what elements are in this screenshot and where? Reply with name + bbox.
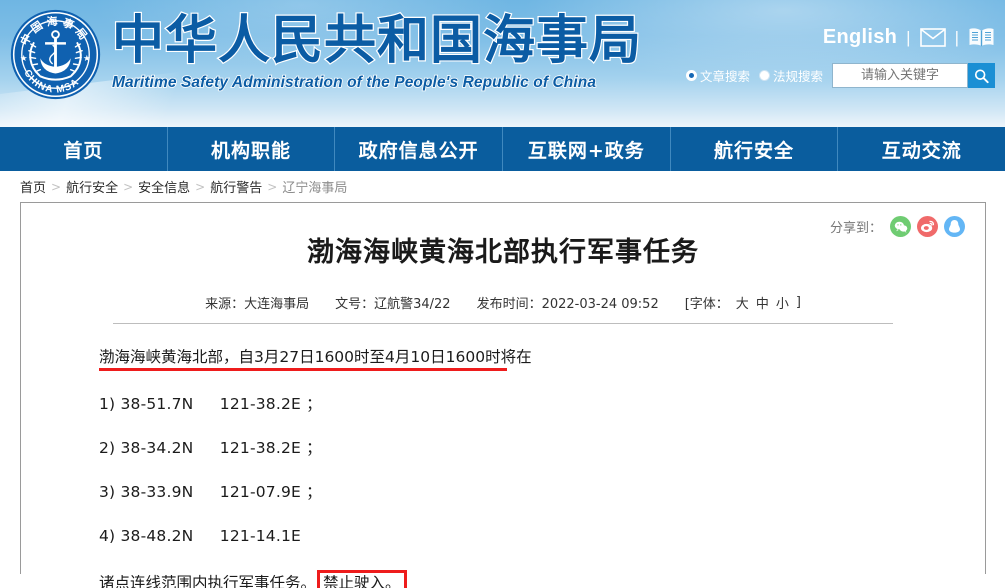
breadcrumb-item-0[interactable]: 首页 [20,177,46,196]
font-size-prefix: [字体： [685,293,729,312]
coordinate-lon-2: 121-38.2E ； [220,439,322,457]
nav-item-interaction[interactable]: 互动交流 [838,127,1005,171]
coordinate-line-1: 1) 38-51.7N 121-38.2E ； [99,394,985,415]
utility-separator-1: | [906,28,910,48]
radio-article-icon[interactable] [686,70,697,81]
brand-title-en: Maritime Safety Administration of the Pe… [112,73,632,93]
search-button[interactable] [968,63,995,88]
body-paragraph-intro: 渤海海峡黄海北部，自3月27日1600时至4月10日1600时将在 [99,347,985,371]
nav-item-functions[interactable]: 机构职能 [168,127,336,171]
coordinate-index-1: 1) [99,395,115,413]
nav-item-navigation-safety[interactable]: 航行安全 [671,127,839,171]
coordinate-index-2: 2) [99,439,115,457]
article-title: 渤海海峡黄海北部执行军事任务 [21,203,985,273]
share-bar: 分享到： [830,216,965,237]
breadcrumb-separator-0: > [51,180,61,194]
article-body: 渤海海峡黄海北部，自3月27日1600时至4月10日1600时将在 1) 38-… [21,324,985,588]
breadcrumb-item-4: 辽宁海事局 [282,177,347,196]
breadcrumb: 首页 > 航行安全 > 安全信息 > 航行警告 > 辽宁海事局 [0,171,1005,202]
utility-separator-2: | [955,28,959,48]
wechat-share-icon[interactable] [890,216,911,237]
china-msa-logo[interactable]: 中 国 海 事 局 CHINA MSA ★ ★ [8,7,103,102]
weibo-share-icon[interactable] [917,216,938,237]
meta-source: 来源：大连海事局 [205,293,309,312]
coordinate-lat-4: 38-48.2N [120,527,193,545]
search-scope-regulation-label: 法规搜索 [773,66,823,85]
breadcrumb-separator-3: > [267,180,277,194]
search-input[interactable] [833,64,967,87]
coordinate-lon-1: 121-38.2E ； [220,395,322,413]
site-header: 中 国 海 事 局 CHINA MSA ★ ★ 中华人民共和国海事局 [0,0,1005,127]
coordinate-line-2: 2) 38-34.2N 121-38.2E ； [99,438,985,459]
svg-text:★: ★ [20,53,28,63]
breadcrumb-separator-1: > [123,180,133,194]
coordinate-line-4: 4) 38-48.2N 121-14.1E [99,526,985,547]
breadcrumb-item-3[interactable]: 航行警告 [210,177,262,196]
coordinate-lon-3: 121-07.9E ； [220,483,322,501]
search-box[interactable] [832,63,968,88]
search-icon [974,68,989,84]
search-scope-regulation[interactable]: 法规搜索 [759,66,823,85]
coordinate-lat-2: 38-34.2N [120,439,193,457]
mail-icon[interactable] [920,28,946,47]
coordinate-lon-4: 121-14.1E [220,527,301,545]
coordinate-index-3: 3) [99,483,115,501]
coordinate-lat-1: 38-51.7N [120,395,193,413]
english-link[interactable]: English [823,26,897,49]
header-search-row: 文章搜索 法规搜索 [686,63,995,88]
font-size-suffix: ] [796,295,801,310]
main-navigation: 首页 机构职能 政府信息公开 互联网+政务 航行安全 互动交流 [0,127,1005,171]
search-scope-article-label: 文章搜索 [700,66,750,85]
article-meta: 来源：大连海事局 文号：辽航警34/22 发布时间：2022-03-24 09:… [21,293,985,312]
radio-regulation-icon[interactable] [759,70,770,81]
intro-underlined-text: 渤海海峡黄海北部，自3月27日1600时至4月10日1600时将在 [99,347,532,371]
svg-text:★: ★ [83,53,91,63]
breadcrumb-separator-2: > [195,180,205,194]
meta-publish-time: 发布时间：2022-03-24 09:52 [477,293,659,312]
qq-share-icon[interactable] [944,216,965,237]
coordinate-line-3: 3) 38-33.9N 121-07.9E ； [99,482,985,503]
share-label: 分享到： [830,217,882,236]
body-paragraph-closing: 诸点连线范围内执行军事任务。禁止驶入。 [99,570,985,588]
font-size-large-button[interactable]: 大 [736,293,749,312]
brand-block: 中华人民共和国海事局 Maritime Safety Administratio… [112,10,632,93]
brand-title-cn: 中华人民共和国海事局 [112,10,632,72]
coordinate-lat-3: 38-33.9N [120,483,193,501]
no-entry-highlight: 禁止驶入。 [317,570,407,588]
breadcrumb-item-2[interactable]: 安全信息 [138,177,190,196]
font-size-medium-button[interactable]: 中 [756,293,769,312]
breadcrumb-item-1[interactable]: 航行安全 [66,177,118,196]
nav-item-home[interactable]: 首页 [0,127,168,171]
nav-item-disclosure[interactable]: 政府信息公开 [335,127,503,171]
article-card: 分享到： 渤海海峡黄海北部执行军事任务 [20,202,986,574]
coordinate-index-4: 4) [99,527,115,545]
nav-item-egov[interactable]: 互联网+政务 [503,127,671,171]
book-icon[interactable] [968,27,995,48]
closing-text: 诸点连线范围内执行军事任务。 [99,574,316,588]
search-scope-article[interactable]: 文章搜索 [686,66,750,85]
font-size-small-button[interactable]: 小 [776,293,789,312]
meta-doc-number: 文号：辽航警34/22 [335,293,450,312]
header-utility-bar: English | | [823,26,995,49]
